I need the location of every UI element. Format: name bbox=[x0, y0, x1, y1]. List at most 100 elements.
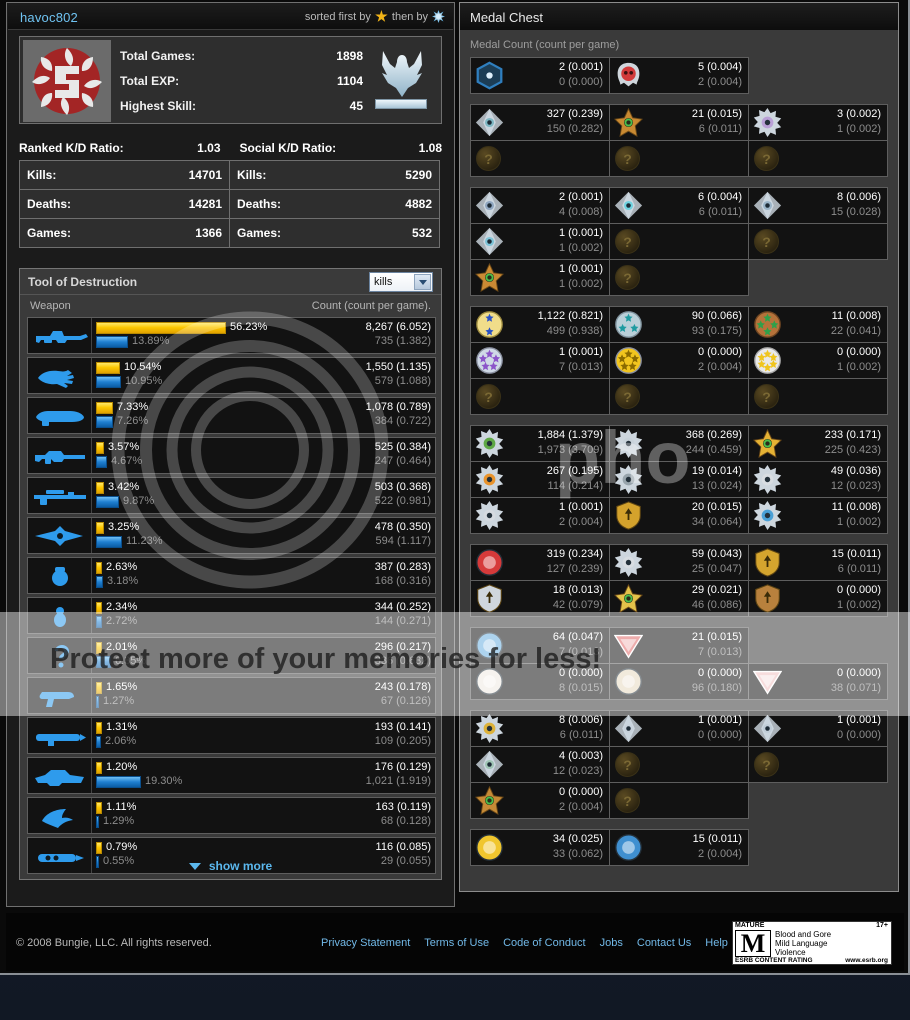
medal-cell[interactable]: 8 (0.006) 6 (0.011) bbox=[470, 710, 610, 747]
weapon-bars: 7.33% 1,078 (0.789) 7.26% 384 (0.722) bbox=[96, 401, 431, 431]
locked-medal-cell[interactable]: ? bbox=[609, 259, 749, 296]
weapon-row[interactable]: 1.31% 193 (0.141) 2.06% 109 (0.205) bbox=[27, 717, 436, 754]
medal-cell[interactable]: 21 (0.015) 6 (0.011) bbox=[609, 104, 749, 141]
no-smiley-medal bbox=[475, 548, 504, 577]
medal-cell[interactable]: 90 (0.066) 93 (0.175) bbox=[609, 306, 749, 343]
weapon-row[interactable]: 1.65% 243 (0.178) 1.27% 67 (0.126) bbox=[27, 677, 436, 714]
medal-cell[interactable]: 1 (0.001) 0 (0.000) bbox=[609, 710, 749, 747]
medal-cell[interactable]: 11 (0.008) 1 (0.002) bbox=[748, 497, 888, 534]
medal-count-secondary: 1,973 (3.709) bbox=[537, 444, 603, 456]
medal-cell[interactable]: 59 (0.043) 25 (0.047) bbox=[609, 544, 749, 581]
medal-count: 59 (0.043) bbox=[691, 548, 742, 560]
deaths-count: 168 (0.316) bbox=[374, 575, 431, 587]
medal-cell[interactable]: 319 (0.234) 127 (0.239) bbox=[470, 544, 610, 581]
medal-cell[interactable]: 18 (0.013) 42 (0.079) bbox=[470, 580, 610, 617]
medal-cell[interactable]: 0 (0.000) 2 (0.004) bbox=[470, 782, 610, 819]
locked-medal-cell[interactable]: ? bbox=[748, 746, 888, 783]
esrb-rating-badge: MATURE 17+ M Blood and Gore Mild Language… bbox=[732, 921, 892, 965]
deaths-count: 144 (0.271) bbox=[374, 615, 431, 627]
weapon-row[interactable]: 2.34% 344 (0.252) 2.72% 144 (0.271) bbox=[27, 597, 436, 634]
medal-cell[interactable]: 1,884 (1.379) 1,973 (3.709) bbox=[470, 425, 610, 462]
medal-cell[interactable]: 1,122 (0.821) 499 (0.938) bbox=[470, 306, 610, 343]
footer-link[interactable]: Code of Conduct bbox=[503, 937, 586, 949]
locked-medal-cell[interactable]: ? bbox=[609, 140, 749, 177]
medal-cell[interactable]: 2 (0.001) 4 (0.008) bbox=[470, 187, 610, 224]
medal-cell[interactable]: 3 (0.002) 1 (0.002) bbox=[748, 104, 888, 141]
medal-cell[interactable]: 15 (0.011) 6 (0.011) bbox=[748, 544, 888, 581]
footer-link[interactable]: Terms of Use bbox=[424, 937, 489, 949]
esrb-footer-right: www.esrb.org bbox=[845, 957, 888, 964]
silver-diamond-hand-medal bbox=[614, 714, 643, 743]
weapon-row[interactable]: 56.23% 8,267 (6.052) 13.89% 735 (1.382) bbox=[27, 317, 436, 354]
empty-cell bbox=[748, 259, 888, 296]
medal-cell[interactable]: 29 (0.021) 46 (0.086) bbox=[609, 580, 749, 617]
medal-cell[interactable]: 267 (0.195) 114 (0.214) bbox=[470, 461, 610, 498]
locked-medal-cell[interactable]: ? bbox=[748, 223, 888, 260]
medal-cell[interactable]: 1 (0.001) 1 (0.002) bbox=[470, 223, 610, 260]
weapon-row[interactable]: 2.01% 296 (0.217) 6.35% 336 (0.632) bbox=[27, 637, 436, 674]
social-kd-label: Social K/D Ratio: bbox=[239, 141, 337, 155]
medal-cell[interactable]: 4 (0.003) 12 (0.023) bbox=[470, 746, 610, 783]
medal-cell[interactable]: 0 (0.000) 38 (0.071) bbox=[748, 663, 888, 700]
kills-bar bbox=[96, 522, 104, 534]
weapon-row[interactable]: 1.11% 163 (0.119) 1.29% 68 (0.128) bbox=[27, 797, 436, 834]
medal-cell[interactable]: 0 (0.000) 1 (0.002) bbox=[748, 580, 888, 617]
medal-count-secondary: 7 (0.013) bbox=[697, 646, 742, 658]
footer-link[interactable]: Help bbox=[705, 937, 728, 949]
locked-medal-cell[interactable]: ? bbox=[609, 782, 749, 819]
footer-link[interactable]: Contact Us bbox=[637, 937, 691, 949]
medal-cell[interactable]: 19 (0.014) 13 (0.024) bbox=[609, 461, 749, 498]
locked-medal-cell[interactable]: ? bbox=[470, 140, 610, 177]
medal-count-secondary: 42 (0.079) bbox=[552, 599, 603, 611]
locked-medal-cell[interactable]: ? bbox=[609, 746, 749, 783]
locked-medal-cell[interactable]: ? bbox=[470, 378, 610, 415]
medal-cell[interactable]: 11 (0.008) 22 (0.041) bbox=[748, 306, 888, 343]
kills-count: 525 (0.384) bbox=[374, 441, 431, 453]
player-emblem[interactable] bbox=[23, 40, 111, 122]
medal-cell[interactable]: 368 (0.269) 244 (0.459) bbox=[609, 425, 749, 462]
medal-cell[interactable]: 64 (0.047) 7 (0.013) bbox=[470, 627, 610, 664]
locked-medal-cell[interactable]: ? bbox=[748, 140, 888, 177]
content-columns: havoc802 sorted first by then by Total G… bbox=[0, 0, 910, 910]
medal-cell[interactable]: 233 (0.171) 225 (0.423) bbox=[748, 425, 888, 462]
weapon-row[interactable]: 10.54% 1,550 (1.135) 10.95% 579 (1.088) bbox=[27, 357, 436, 394]
medal-cell[interactable]: 0 (0.000) 96 (0.180) bbox=[609, 663, 749, 700]
medal-cell[interactable]: 0 (0.000) 2 (0.004) bbox=[609, 342, 749, 379]
medal-cell[interactable]: 15 (0.011) 2 (0.004) bbox=[609, 829, 749, 866]
locked-medal-cell[interactable]: ? bbox=[609, 223, 749, 260]
medal-count-secondary: 8 (0.015) bbox=[558, 682, 603, 694]
weapon-row[interactable]: 3.57% 525 (0.384) 4.67% 247 (0.464) bbox=[27, 437, 436, 474]
medal-count-secondary: 93 (0.175) bbox=[691, 325, 742, 337]
medal-cell[interactable]: 20 (0.015) 34 (0.064) bbox=[609, 497, 749, 534]
footer-link[interactable]: Privacy Statement bbox=[321, 937, 410, 949]
medal-cell[interactable]: 21 (0.015) 7 (0.013) bbox=[609, 627, 749, 664]
username-label[interactable]: havoc802 bbox=[20, 10, 78, 25]
medal-cell[interactable]: 1 (0.001) 1 (0.002) bbox=[470, 259, 610, 296]
stat-type-select[interactable]: kills bbox=[369, 272, 433, 292]
medal-cell[interactable]: 2 (0.001) 0 (0.000) bbox=[470, 57, 610, 94]
medal-cell[interactable]: 327 (0.239) 150 (0.282) bbox=[470, 104, 610, 141]
medal-cell[interactable]: 6 (0.004) 6 (0.011) bbox=[609, 187, 749, 224]
medal-cell[interactable]: 8 (0.006) 15 (0.028) bbox=[748, 187, 888, 224]
medal-cell[interactable]: 1 (0.001) 2 (0.004) bbox=[470, 497, 610, 534]
weapon-row[interactable]: 3.42% 503 (0.368) 9.87% 522 (0.981) bbox=[27, 477, 436, 514]
footer-link[interactable]: Jobs bbox=[600, 937, 623, 949]
weapon-deaths-line: 4.67% 247 (0.464) bbox=[96, 455, 431, 469]
medal-cell[interactable]: 1 (0.001) 7 (0.013) bbox=[470, 342, 610, 379]
medal-cell[interactable]: 0 (0.000) 1 (0.002) bbox=[748, 342, 888, 379]
medal-cell[interactable]: 49 (0.036) 12 (0.023) bbox=[748, 461, 888, 498]
weapon-row[interactable]: 2.63% 387 (0.283) 3.18% 168 (0.316) bbox=[27, 557, 436, 594]
deaths-count: 247 (0.464) bbox=[374, 455, 431, 467]
gold-star-small-medal bbox=[613, 583, 644, 613]
weapon-row[interactable]: 1.20% 176 (0.129) 19.30% 1,021 (1.919) bbox=[27, 757, 436, 794]
chevron-down-icon[interactable] bbox=[414, 274, 431, 290]
medal-cell[interactable]: 0 (0.000) 8 (0.015) bbox=[470, 663, 610, 700]
locked-medal-cell[interactable]: ? bbox=[609, 378, 749, 415]
medal-cell[interactable]: 34 (0.025) 33 (0.062) bbox=[470, 829, 610, 866]
weapon-row[interactable]: 3.25% 478 (0.350) 11.23% 594 (1.117) bbox=[27, 517, 436, 554]
medal-cell[interactable]: 1 (0.001) 0 (0.000) bbox=[748, 710, 888, 747]
weapon-row[interactable]: 7.33% 1,078 (0.789) 7.26% 384 (0.722) bbox=[27, 397, 436, 434]
medal-cell[interactable]: 5 (0.004) 2 (0.004) bbox=[609, 57, 749, 94]
show-more-button[interactable]: show more bbox=[20, 859, 441, 873]
locked-medal-cell[interactable]: ? bbox=[748, 378, 888, 415]
